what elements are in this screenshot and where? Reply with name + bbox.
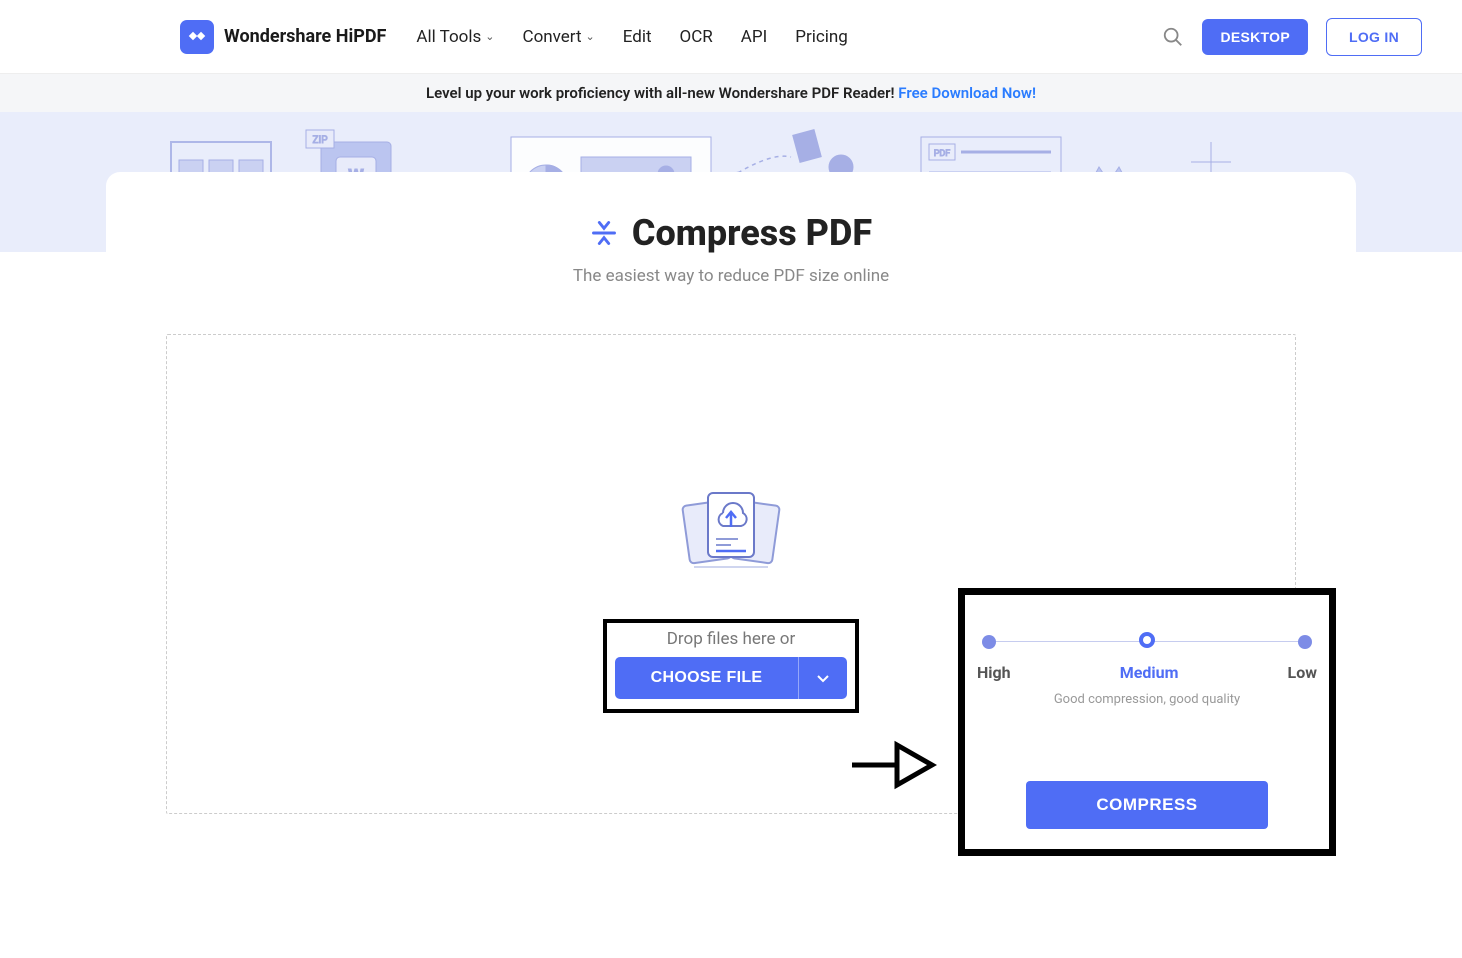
nav-ocr[interactable]: OCR	[680, 27, 713, 47]
compression-slider[interactable]	[982, 635, 1312, 649]
page-title: Compress PDF	[632, 212, 872, 254]
promo-banner: Level up your work proficiency with all-…	[0, 74, 1462, 112]
drop-hint: Drop files here or	[667, 629, 795, 649]
brand[interactable]: Wondershare HiPDF	[180, 20, 386, 54]
header-right: DESKTOP LOG IN	[1162, 18, 1422, 56]
chevron-down-icon: ⌄	[485, 30, 494, 43]
logo-icon	[180, 20, 214, 54]
choose-file-dropdown[interactable]	[798, 657, 847, 699]
login-button[interactable]: LOG IN	[1326, 18, 1422, 56]
slider-stop-low[interactable]	[1298, 635, 1312, 649]
choose-file-button[interactable]: CHOOSE FILE	[615, 657, 799, 699]
upload-illustration	[676, 485, 786, 579]
slider-labels: High Medium Low	[977, 663, 1317, 682]
nav-api[interactable]: API	[741, 27, 767, 47]
nav: All Tools⌄ Convert⌄ Edit OCR API Pricing	[416, 27, 847, 47]
label-high: High	[977, 663, 1011, 682]
compress-button[interactable]: COMPRESS	[1026, 781, 1267, 829]
slider-stop-medium[interactable]	[1139, 632, 1155, 648]
banner-text: Level up your work proficiency with all-…	[426, 84, 898, 102]
header: Wondershare HiPDF All Tools⌄ Convert⌄ Ed…	[0, 0, 1462, 74]
desktop-button[interactable]: DESKTOP	[1202, 19, 1308, 55]
page-subtitle: The easiest way to reduce PDF size onlin…	[106, 266, 1356, 286]
nav-convert[interactable]: Convert⌄	[523, 27, 595, 47]
nav-pricing[interactable]: Pricing	[795, 27, 848, 47]
arrow-annotation	[847, 735, 937, 799]
search-icon[interactable]	[1162, 26, 1184, 48]
svg-text:ZIP: ZIP	[312, 135, 327, 146]
drop-box-highlight: Drop files here or CHOOSE FILE	[603, 619, 860, 713]
compression-description: Good compression, good quality	[1054, 692, 1240, 707]
compress-icon	[590, 219, 618, 247]
choose-file-group: CHOOSE FILE	[615, 657, 848, 699]
banner-link[interactable]: Free Download Now!	[898, 84, 1036, 102]
compression-panel: High Medium Low Good compression, good q…	[958, 588, 1336, 856]
chevron-down-icon	[815, 670, 831, 686]
brand-text: Wondershare HiPDF	[224, 26, 386, 47]
label-medium: Medium	[1120, 663, 1179, 682]
slider-stop-high[interactable]	[982, 635, 996, 649]
nav-edit[interactable]: Edit	[623, 27, 652, 47]
chevron-down-icon: ⌄	[586, 30, 595, 43]
label-low: Low	[1288, 663, 1317, 682]
title-row: Compress PDF	[106, 212, 1356, 254]
nav-all-tools[interactable]: All Tools⌄	[416, 27, 494, 47]
svg-text:PDF: PDF	[934, 149, 951, 159]
